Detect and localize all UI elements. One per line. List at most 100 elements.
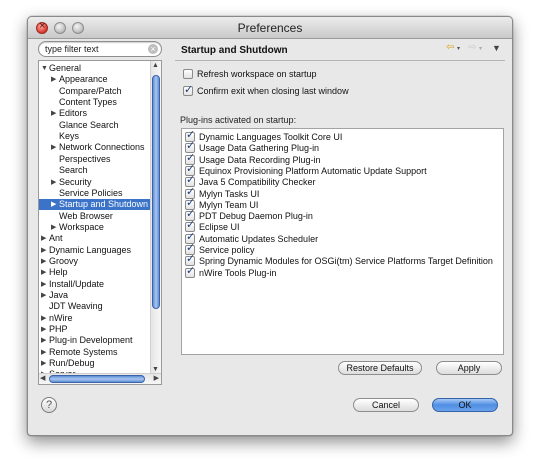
collapsed-twisty-icon[interactable]: ▶ <box>41 267 46 278</box>
collapsed-twisty-icon[interactable]: ▶ <box>41 335 46 346</box>
tree-vertical-scrollbar[interactable]: ▲ ▼ <box>150 61 161 374</box>
expanded-twisty-icon[interactable]: ▼ <box>41 63 48 74</box>
tree-item-label: nWire <box>49 312 73 323</box>
preference-tree[interactable]: ▶Server▶Run/Debug▶Remote Systems▶Plug-in… <box>38 60 162 385</box>
collapsed-twisty-icon[interactable]: ▶ <box>51 222 56 233</box>
scroll-up-icon[interactable]: ▲ <box>152 62 159 69</box>
tree-item[interactable]: ▶ Plug-in Development <box>39 335 151 346</box>
filter-field[interactable]: × <box>38 41 162 57</box>
tree-item-label: Help <box>49 267 68 278</box>
plugin-label: Dynamic Languages Toolkit Core UI <box>199 132 343 142</box>
refresh-workspace-checkbox[interactable] <box>183 69 193 79</box>
collapsed-twisty-icon[interactable]: ▶ <box>51 199 56 210</box>
tree-item[interactable]: ▶ Ant <box>39 233 151 244</box>
plugin-label: Usage Data Recording Plug-in <box>199 154 321 165</box>
tree-vertical-scroll-thumb[interactable] <box>152 75 160 309</box>
tree-item[interactable]: ▶ Groovy <box>39 256 151 267</box>
tree-item-label: Web Browser <box>59 210 113 221</box>
plugins-label: Plug-ins activated on startup: <box>180 115 297 125</box>
tree-item[interactable]: ▶ Dynamic Languages <box>39 245 151 256</box>
tree-item[interactable]: ▶ Java <box>39 290 151 301</box>
scroll-right-icon[interactable]: ▶ <box>154 374 159 382</box>
plugin-label: Mylyn Team UI <box>199 199 259 210</box>
cancel-button[interactable]: Cancel <box>353 398 419 412</box>
scroll-left-icon[interactable]: ◀ <box>40 374 45 382</box>
collapsed-twisty-icon[interactable]: ▶ <box>41 233 46 244</box>
collapsed-twisty-icon[interactable]: ▶ <box>41 313 46 324</box>
apply-button[interactable]: Apply <box>436 361 502 375</box>
plugin-checkbox[interactable] <box>185 266 195 278</box>
collapsed-twisty-icon[interactable]: ▶ <box>41 256 46 267</box>
plugins-list[interactable]: Dynamic Languages Toolkit Core UIUsage D… <box>181 128 504 355</box>
tree-horizontal-scrollbar[interactable]: ◀ ▶ <box>39 373 161 384</box>
tree-item[interactable]: ▶ Run/Debug <box>39 358 151 369</box>
tree-item[interactable]: ▶ Startup and Shutdown <box>39 199 151 211</box>
collapsed-twisty-icon[interactable]: ▶ <box>41 347 46 358</box>
collapsed-twisty-icon[interactable]: ▶ <box>41 324 46 335</box>
tree-item-label: Service Policies <box>59 187 123 198</box>
collapsed-twisty-icon[interactable]: ▶ <box>51 177 56 188</box>
collapsed-twisty-icon[interactable]: ▶ <box>51 108 56 119</box>
tree-item[interactable]: ▼ General <box>39 63 151 74</box>
tree-item[interactable]: ▶ Workspace <box>39 222 151 233</box>
filter-input[interactable] <box>45 43 145 55</box>
tree-item[interactable]: ▶ nWire <box>39 313 151 324</box>
tree-item[interactable]: JDT Weaving <box>39 301 151 312</box>
forward-history-chevron-icon[interactable]: ▾ <box>479 45 482 52</box>
collapsed-twisty-icon[interactable]: ▶ <box>41 358 46 369</box>
clear-filter-icon[interactable]: × <box>148 44 158 54</box>
tree-item-label: Startup and Shutdown <box>59 199 149 210</box>
tree-item[interactable]: ▶ Remote Systems <box>39 347 151 358</box>
plugin-label: nWire Tools Plug-in <box>199 267 277 278</box>
tree-item[interactable]: Compare/Patch <box>39 86 151 97</box>
tree-item-label: Editors <box>59 108 88 119</box>
tree-item[interactable]: ▶ Editors <box>39 108 151 119</box>
help-button[interactable]: ? <box>41 397 57 413</box>
tree-item[interactable]: ▶ Security <box>39 177 151 188</box>
scroll-down-icon[interactable]: ▼ <box>152 366 159 373</box>
tree-item[interactable]: ▶ Help <box>39 267 151 278</box>
restore-defaults-button[interactable]: Restore Defaults <box>338 361 422 375</box>
tree-item[interactable]: Service Policies <box>39 188 151 199</box>
tree-item[interactable]: Content Types <box>39 97 151 108</box>
tree-item-label: Groovy <box>49 255 79 266</box>
plugin-label: Java 5 Compatibility Checker <box>199 177 316 188</box>
tree-item[interactable]: ▶ Network Connections <box>39 142 151 153</box>
plugin-label: Spring Dynamic Modules for OSGi(tm) Serv… <box>199 256 493 267</box>
collapsed-twisty-icon[interactable]: ▶ <box>51 74 56 85</box>
collapsed-twisty-icon[interactable]: ▶ <box>51 142 56 153</box>
tree-item[interactable]: Glance Search <box>39 120 151 131</box>
window-title: Preferences <box>237 21 303 35</box>
title-bar: Preferences <box>28 17 512 39</box>
view-menu-icon[interactable]: ▼ <box>492 43 501 53</box>
tree-item[interactable]: Keys <box>39 131 151 142</box>
collapsed-twisty-icon[interactable]: ▶ <box>41 279 46 290</box>
tree-item-label: PHP <box>49 324 68 335</box>
collapsed-twisty-icon[interactable]: ▶ <box>41 245 46 256</box>
refresh-workspace-label: Refresh workspace on startup <box>197 69 317 79</box>
tree-item-label: Perspectives <box>59 153 111 164</box>
back-arrow-icon[interactable]: ⇦ <box>446 42 454 53</box>
tree-item-label: Keys <box>59 131 80 142</box>
forward-arrow-icon[interactable]: ⇨ <box>468 42 476 53</box>
plugin-label: Service policy <box>199 245 255 255</box>
title-separator <box>175 60 505 61</box>
tree-item-label: Ant <box>49 233 63 244</box>
tree-item-label: Content Types <box>59 97 117 108</box>
tree-item[interactable]: Search <box>39 165 151 176</box>
tree-item-label: General <box>49 63 82 73</box>
confirm-exit-label: Confirm exit when closing last window <box>197 86 349 96</box>
tree-horizontal-scroll-thumb[interactable] <box>49 375 145 383</box>
plugin-label: Mylyn Tasks UI <box>199 188 260 199</box>
back-history-chevron-icon[interactable]: ▾ <box>457 45 460 52</box>
tree-item[interactable]: ▶ Appearance <box>39 74 151 85</box>
confirm-exit-checkbox[interactable] <box>183 84 193 96</box>
plugin-label: Usage Data Gathering Plug-in <box>199 143 320 154</box>
collapsed-twisty-icon[interactable]: ▶ <box>41 290 46 301</box>
tree-item[interactable]: Perspectives <box>39 154 151 165</box>
tree-item[interactable]: ▶ PHP <box>39 324 151 335</box>
tree-item[interactable]: Web Browser <box>39 211 151 222</box>
tree-item-label: Remote Systems <box>49 346 118 357</box>
tree-item[interactable]: ▶ Install/Update <box>39 279 151 290</box>
ok-button[interactable]: OK <box>432 398 498 412</box>
